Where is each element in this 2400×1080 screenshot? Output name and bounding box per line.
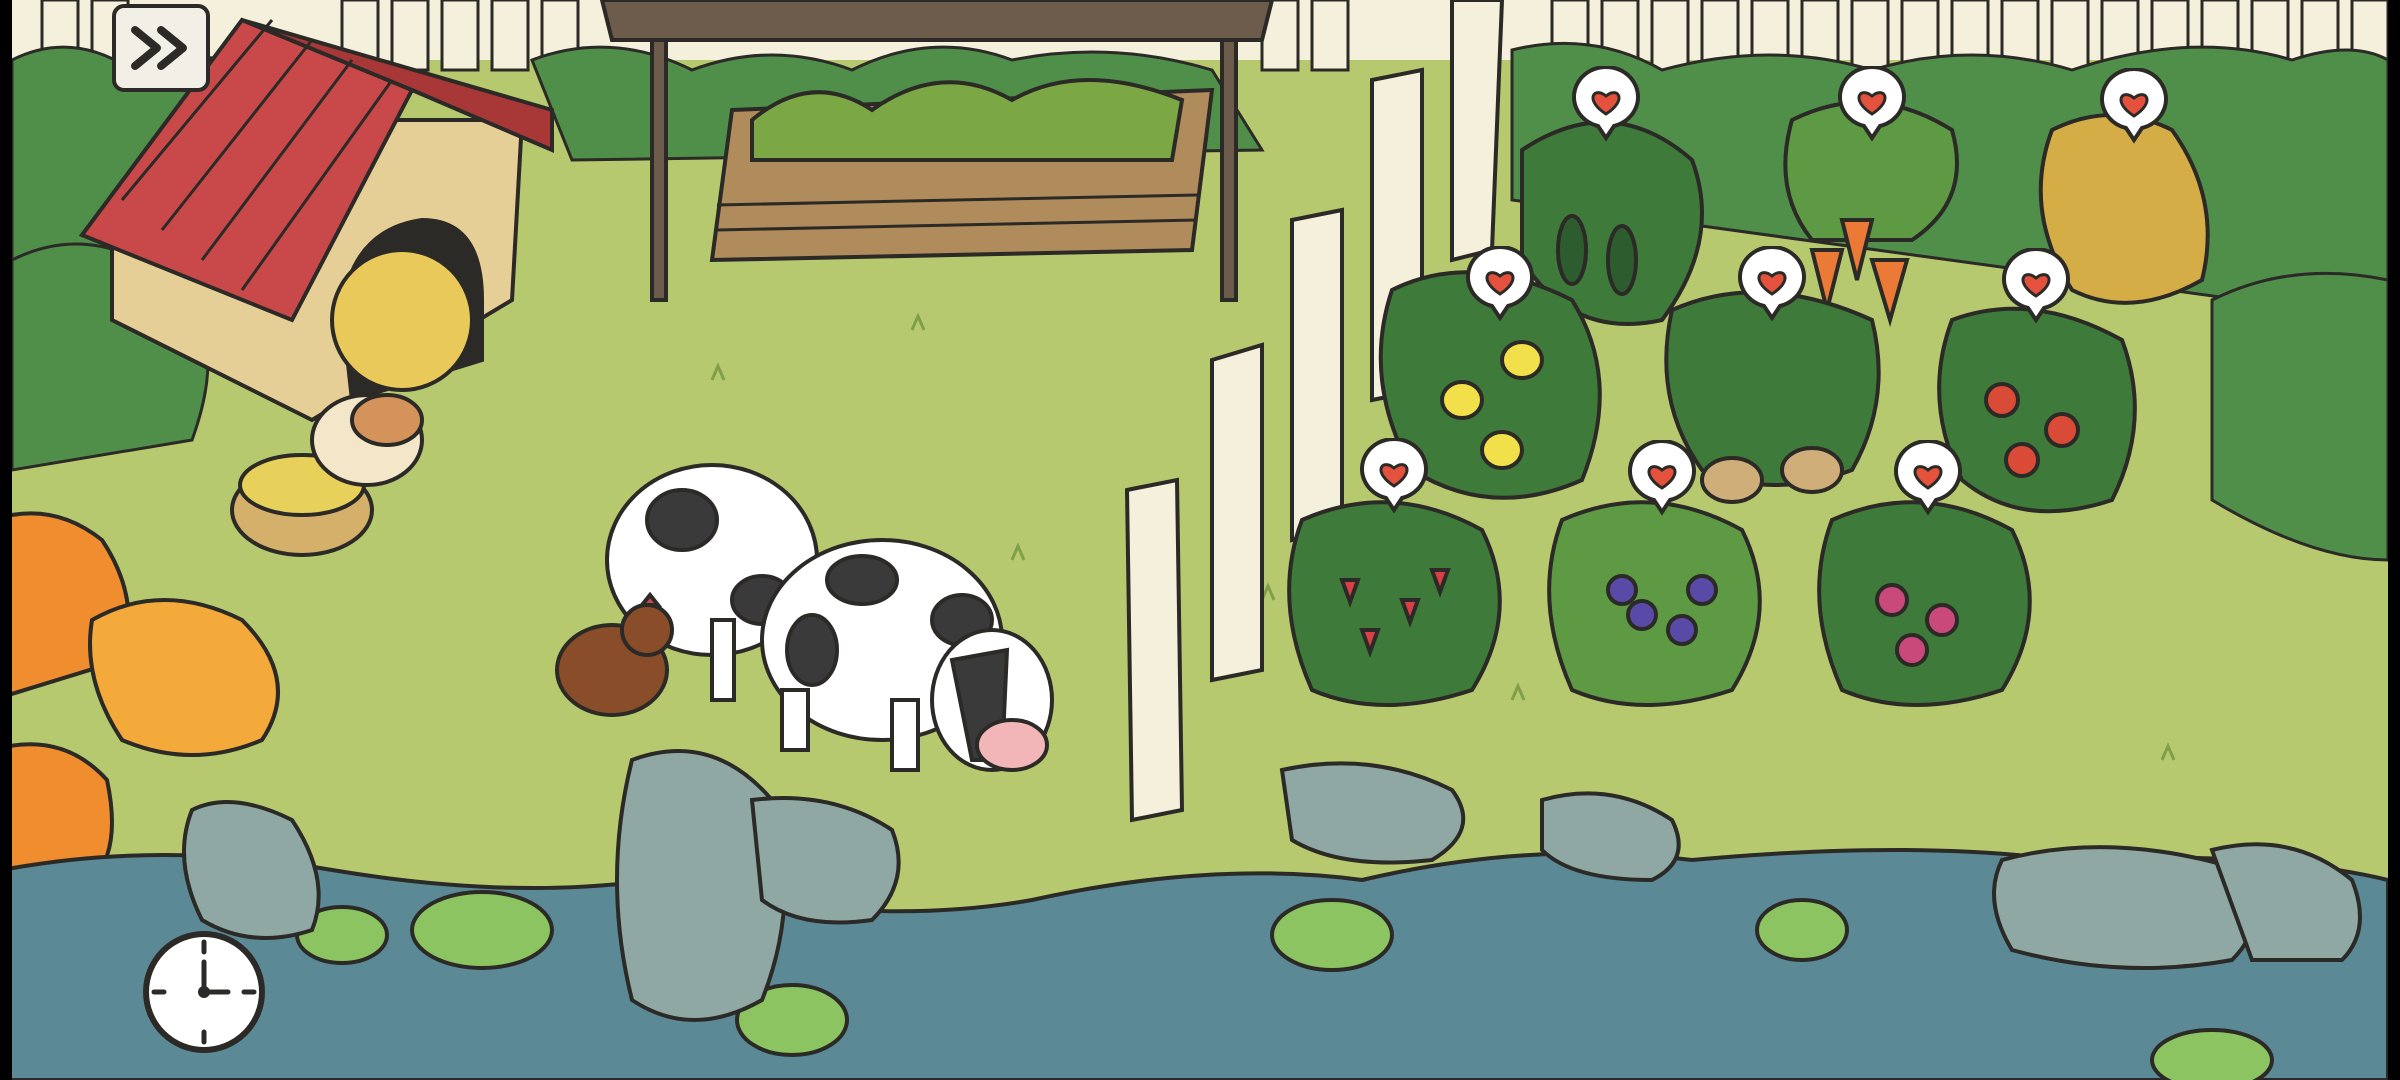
crop-grape[interactable] (1547, 500, 1762, 707)
fast-forward-icon (131, 26, 187, 70)
fast-forward-button[interactable] (112, 4, 210, 92)
game-scene (12, 0, 2388, 1080)
food-bowl (230, 393, 424, 557)
heart-bubble-icon[interactable] (1994, 248, 2078, 332)
clock-icon (143, 931, 265, 1053)
heart-bubble-icon[interactable] (1352, 438, 1436, 522)
scene-art (12, 0, 2388, 1080)
heart-bubble-icon[interactable] (2092, 68, 2176, 152)
clock-button[interactable] (140, 928, 268, 1056)
chicken (555, 591, 674, 717)
heart-bubble-icon[interactable] (1830, 66, 1914, 150)
heart-bubble-icon[interactable] (1730, 246, 1814, 330)
heart-bubble-icon[interactable] (1564, 66, 1648, 150)
heart-bubble-icon[interactable] (1458, 246, 1542, 330)
heart-bubble-icon[interactable] (1620, 440, 1704, 524)
heart-bubble-icon[interactable] (1886, 440, 1970, 524)
cow-front (760, 538, 1054, 772)
crop-raspberry[interactable] (1817, 500, 2032, 707)
crop-strawberry[interactable] (1287, 500, 1502, 707)
